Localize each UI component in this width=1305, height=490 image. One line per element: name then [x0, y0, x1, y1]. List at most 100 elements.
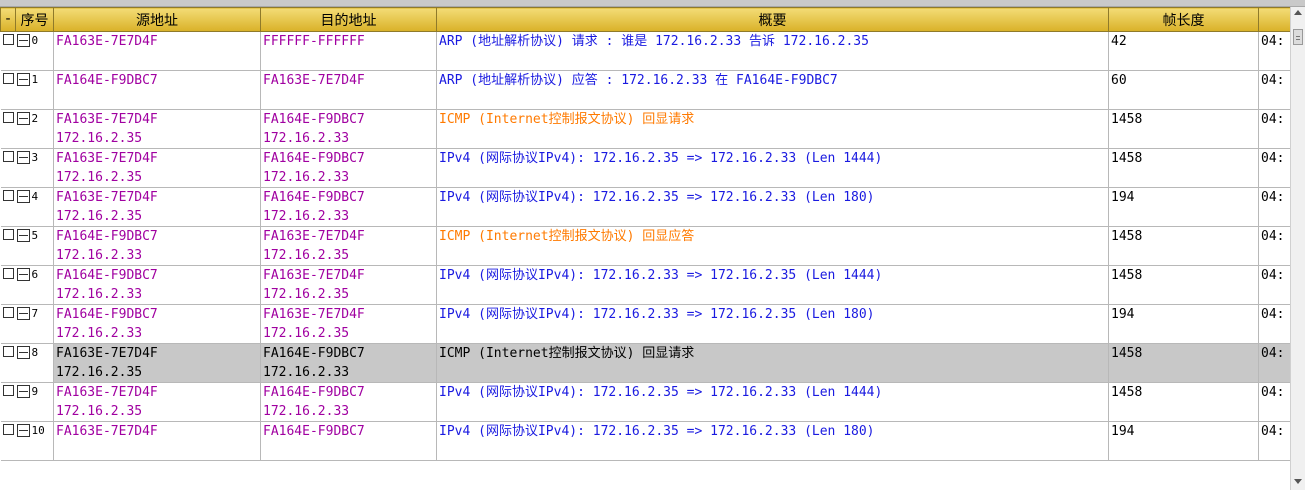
vertical-scrollbar[interactable] [1290, 7, 1305, 490]
row-checkbox[interactable] [2, 385, 14, 396]
length-cell[interactable]: 194 [1108, 421, 1259, 461]
column-header-destination[interactable]: 目的地址 [260, 7, 437, 32]
collapse-minus-icon[interactable] [16, 229, 30, 242]
summary-cell[interactable]: IPv4 (网际协议IPv4): 172.16.2.35 => 172.16.2… [436, 187, 1109, 227]
packet-row[interactable]: 7 FA164E-F9DBC7 172.16.2.33 FA163E-7E7D4F 17… [0, 304, 1290, 344]
summary-cell[interactable]: ARP (地址解析协议) 应答 : 172.16.2.33 在 FA164E-F… [436, 70, 1109, 110]
source-cell[interactable]: FA163E-7E7D4F 172.16.2.35 [53, 148, 261, 188]
row-checkbox[interactable] [2, 346, 14, 357]
source-cell[interactable]: FA164E-F9DBC7 172.16.2.33 [53, 265, 261, 305]
packet-row[interactable]: 4 FA163E-7E7D4F 172.16.2.35 FA164E-F9DBC7 17… [0, 187, 1290, 227]
collapse-minus-icon[interactable] [16, 385, 30, 398]
packet-row[interactable]: 0 FA163E-7E7D4F FFFFFF-FFFFFF ARP (地址解析协议) … [0, 31, 1290, 71]
length-cell[interactable]: 1458 [1108, 343, 1259, 383]
collapse-minus-icon[interactable] [16, 73, 30, 86]
length-cell[interactable]: 1458 [1108, 265, 1259, 305]
source-cell[interactable]: FA163E-7E7D4F 172.16.2.35 [53, 343, 261, 383]
scroll-thumb[interactable] [1293, 29, 1303, 45]
length-cell[interactable]: 42 [1108, 31, 1259, 71]
collapse-minus-icon[interactable] [16, 151, 30, 164]
time-cell[interactable]: 04: [1258, 382, 1290, 422]
summary-cell[interactable]: IPv4 (网际协议IPv4): 172.16.2.33 => 172.16.2… [436, 265, 1109, 305]
row-checkbox[interactable] [2, 34, 14, 45]
destination-cell[interactable]: FA164E-F9DBC7 172.16.2.33 [260, 382, 437, 422]
packet-row[interactable]: 2 FA163E-7E7D4F 172.16.2.35 FA164E-F9DBC7 17… [0, 109, 1290, 149]
row-checkbox[interactable] [2, 190, 14, 201]
destination-cell[interactable]: FFFFFF-FFFFFF [260, 31, 437, 71]
destination-cell[interactable]: FA164E-F9DBC7 172.16.2.33 [260, 109, 437, 149]
summary-cell[interactable]: ICMP (Internet控制报文协议) 回显请求 [436, 343, 1109, 383]
destination-cell[interactable]: FA163E-7E7D4F 172.16.2.35 [260, 226, 437, 266]
collapse-minus-icon[interactable] [16, 34, 30, 47]
time-cell[interactable]: 04: [1258, 304, 1290, 344]
column-header-time[interactable] [1258, 7, 1290, 32]
row-checkbox[interactable] [2, 73, 14, 84]
collapse-minus-icon[interactable] [16, 346, 30, 359]
summary-cell[interactable]: IPv4 (网际协议IPv4): 172.16.2.33 => 172.16.2… [436, 304, 1109, 344]
collapse-minus-icon[interactable] [16, 112, 30, 125]
row-checkbox[interactable] [2, 307, 14, 318]
summary-cell[interactable]: ICMP (Internet控制报文协议) 回显请求 [436, 109, 1109, 149]
row-checkbox[interactable] [2, 424, 14, 435]
length-cell[interactable]: 1458 [1108, 382, 1259, 422]
packet-row[interactable]: 3 FA163E-7E7D4F 172.16.2.35 FA164E-F9DBC7 17… [0, 148, 1290, 188]
column-header-source[interactable]: 源地址 [53, 7, 261, 32]
summary-cell[interactable]: IPv4 (网际协议IPv4): 172.16.2.35 => 172.16.2… [436, 382, 1109, 422]
column-header-length[interactable]: 帧长度 [1108, 7, 1259, 32]
length-cell[interactable]: 194 [1108, 304, 1259, 344]
source-cell[interactable]: FA164E-F9DBC7 172.16.2.33 [53, 304, 261, 344]
column-header-index[interactable]: 序号 [16, 10, 53, 30]
column-header-summary[interactable]: 概要 [436, 7, 1109, 32]
collapse-minus-icon[interactable] [16, 268, 30, 281]
time-cell[interactable]: 04: [1258, 421, 1290, 461]
scroll-down-arrow-icon[interactable] [1294, 479, 1302, 484]
row-checkbox[interactable] [2, 112, 14, 123]
collapse-all-toggle[interactable]: - [2, 8, 16, 31]
destination-cell[interactable]: FA164E-F9DBC7 [260, 421, 437, 461]
collapse-minus-icon[interactable] [16, 424, 30, 437]
source-cell[interactable]: FA163E-7E7D4F 172.16.2.35 [53, 187, 261, 227]
destination-cell[interactable]: FA163E-7E7D4F 172.16.2.35 [260, 265, 437, 305]
row-checkbox[interactable] [2, 229, 14, 240]
source-cell[interactable]: FA164E-F9DBC7 [53, 70, 261, 110]
scroll-up-arrow-icon[interactable] [1294, 10, 1302, 15]
source-cell[interactable]: FA163E-7E7D4F 172.16.2.35 [53, 109, 261, 149]
destination-cell[interactable]: FA164E-F9DBC7 172.16.2.33 [260, 148, 437, 188]
summary-cell[interactable]: ICMP (Internet控制报文协议) 回显应答 [436, 226, 1109, 266]
packet-row[interactable]: 8 FA163E-7E7D4F 172.16.2.35 FA164E-F9DBC7 17… [0, 343, 1290, 383]
summary-cell[interactable]: ARP (地址解析协议) 请求 : 谁是 172.16.2.33 告诉 172.… [436, 31, 1109, 71]
time-cell[interactable]: 04: [1258, 109, 1290, 149]
length-cell[interactable]: 194 [1108, 187, 1259, 227]
length-cell[interactable]: 1458 [1108, 109, 1259, 149]
packet-row[interactable]: 1 FA164E-F9DBC7 FA163E-7E7D4F ARP (地址解析协议) … [0, 70, 1290, 110]
time-cell[interactable]: 04: [1258, 148, 1290, 188]
time-cell[interactable]: 04: [1258, 343, 1290, 383]
packet-row[interactable]: 9 FA163E-7E7D4F 172.16.2.35 FA164E-F9DBC7 17… [0, 382, 1290, 422]
packet-row[interactable]: 10 FA163E-7E7D4F FA164E-F9DBC7 IPv4 (网际协议IP… [0, 421, 1290, 461]
source-cell[interactable]: FA163E-7E7D4F [53, 421, 261, 461]
destination-cell[interactable]: FA164E-F9DBC7 172.16.2.33 [260, 187, 437, 227]
length-cell[interactable]: 1458 [1108, 148, 1259, 188]
time-cell[interactable]: 04: [1258, 187, 1290, 227]
collapse-minus-icon[interactable] [16, 307, 30, 320]
source-cell[interactable]: FA163E-7E7D4F [53, 31, 261, 71]
row-checkbox[interactable] [2, 151, 14, 162]
destination-cell[interactable]: FA164E-F9DBC7 172.16.2.33 [260, 343, 437, 383]
row-checkbox[interactable] [2, 268, 14, 279]
time-cell[interactable]: 04: [1258, 226, 1290, 266]
summary-cell[interactable]: IPv4 (网际协议IPv4): 172.16.2.35 => 172.16.2… [436, 421, 1109, 461]
time-cell[interactable]: 04: [1258, 31, 1290, 71]
time-cell[interactable]: 04: [1258, 265, 1290, 305]
length-cell[interactable]: 60 [1108, 70, 1259, 110]
source-cell[interactable]: FA163E-7E7D4F 172.16.2.35 [53, 382, 261, 422]
source-cell[interactable]: FA164E-F9DBC7 172.16.2.33 [53, 226, 261, 266]
destination-cell[interactable]: FA163E-7E7D4F [260, 70, 437, 110]
packet-row[interactable]: 6 FA164E-F9DBC7 172.16.2.33 FA163E-7E7D4F 17… [0, 265, 1290, 305]
header-toggle-index[interactable]: - 序号 [0, 7, 54, 32]
time-cell[interactable]: 04: [1258, 70, 1290, 110]
packet-row[interactable]: 5 FA164E-F9DBC7 172.16.2.33 FA163E-7E7D4F 17… [0, 226, 1290, 266]
collapse-minus-icon[interactable] [16, 190, 30, 203]
length-cell[interactable]: 1458 [1108, 226, 1259, 266]
summary-cell[interactable]: IPv4 (网际协议IPv4): 172.16.2.35 => 172.16.2… [436, 148, 1109, 188]
destination-cell[interactable]: FA163E-7E7D4F 172.16.2.35 [260, 304, 437, 344]
